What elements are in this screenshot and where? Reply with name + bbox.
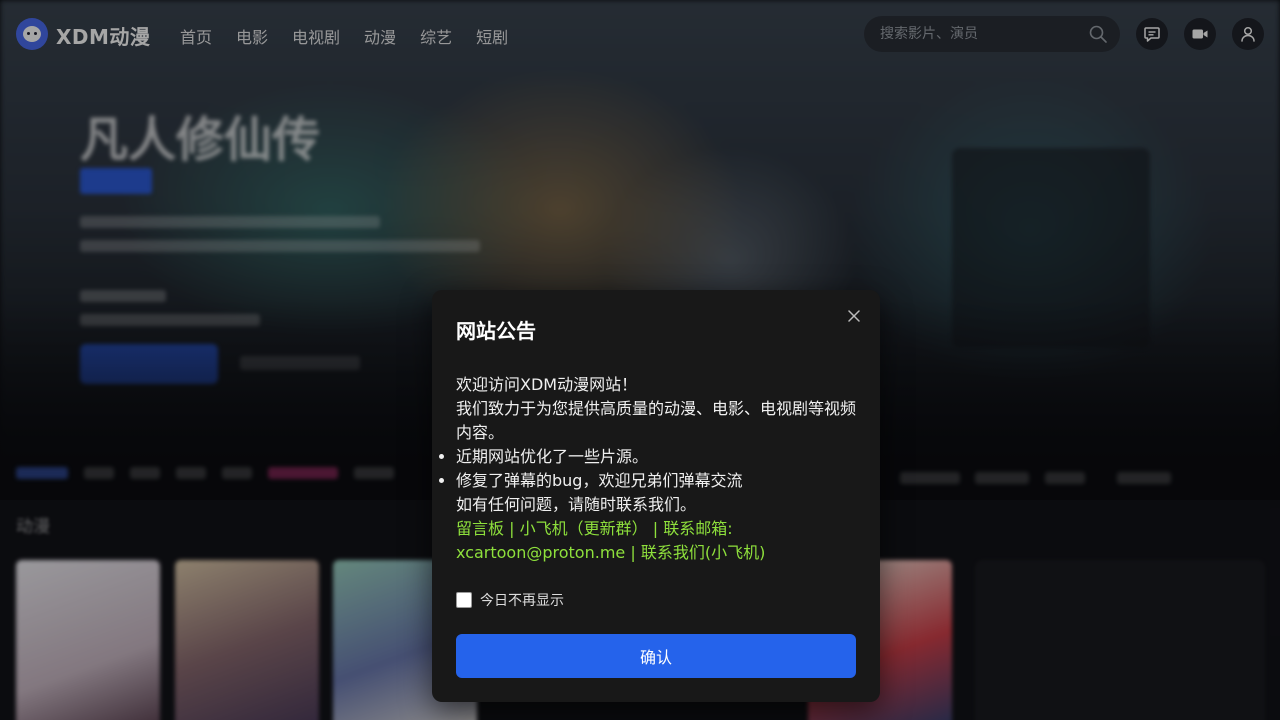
contact-links: 留言板 | 小飞机（更新群） | 联系邮箱: xcartoon@proton.m…: [456, 517, 860, 565]
welcome-text: 欢迎访问XDM动漫网站！: [456, 375, 638, 394]
update-list: 近期网站优化了一些片源。 修复了弹幕的bug，欢迎兄弟们弹幕交流: [440, 445, 860, 493]
confirm-button[interactable]: 确认: [456, 634, 856, 678]
list-item: 近期网站优化了一些片源。: [456, 445, 860, 469]
dont-show-label[interactable]: 今日不再显示: [480, 590, 564, 610]
message-board-link[interactable]: 留言板: [456, 519, 504, 538]
dont-show-checkbox[interactable]: [456, 592, 472, 608]
separator: |: [630, 543, 636, 562]
modal-title: 网站公告: [456, 319, 536, 343]
list-item: 修复了弹幕的bug，欢迎兄弟们弹幕交流: [456, 469, 860, 493]
modal-body: 欢迎访问XDM动漫网站！ 我们致力于为您提供高质量的动漫、电影、电视剧等视频内容…: [456, 373, 860, 565]
plane-group-link[interactable]: 小飞机（更新群）: [520, 519, 648, 538]
email-link[interactable]: xcartoon@proton.me: [456, 543, 625, 562]
dont-show-today: 今日不再显示: [456, 590, 564, 610]
separator: |: [652, 519, 659, 538]
email-label: 联系邮箱:: [663, 519, 733, 538]
contact-note: 如有任何问题，请随时联系我们。: [456, 495, 697, 514]
separator: |: [509, 519, 515, 538]
close-icon[interactable]: [844, 306, 864, 326]
intro-text: 我们致力于为您提供高质量的动漫、电影、电视剧等视频内容。: [456, 399, 857, 442]
contact-us-link[interactable]: 联系我们(小飞机): [641, 543, 766, 562]
announcement-modal: 网站公告 欢迎访问XDM动漫网站！ 我们致力于为您提供高质量的动漫、电影、电视剧…: [432, 290, 880, 702]
